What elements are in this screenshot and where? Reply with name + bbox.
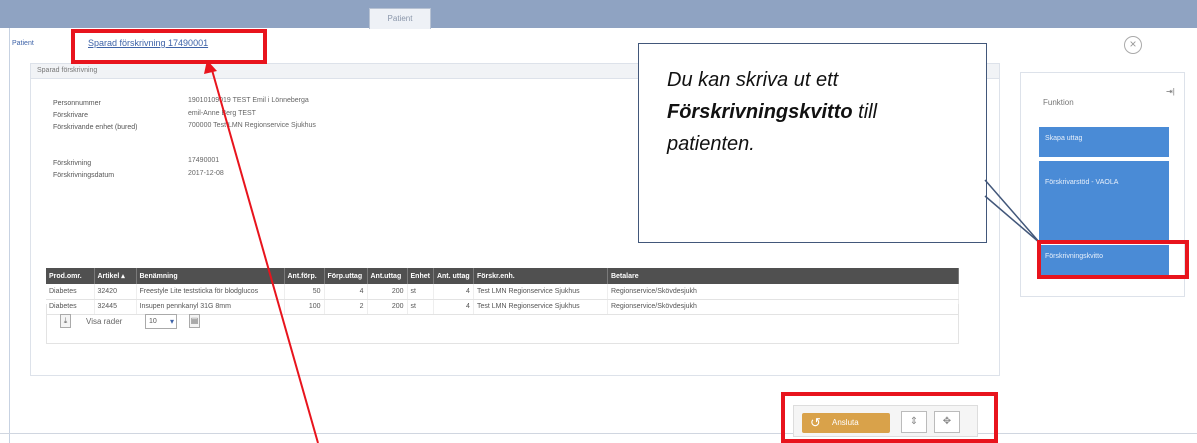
col-header[interactable]: Ant. uttag [433,268,474,284]
col-header[interactable]: Ant.uttag [367,268,408,284]
table-header-row: Prod.omr. Artikel ▴ Benämning Ant.förp. … [46,268,960,284]
prescriber-label: Förskrivare [53,112,89,119]
callout-line-3: patienten. [667,133,755,155]
table-cell: Test LMN Regionservice Sjukhus [473,284,608,300]
prescriber-value: emil-Anne Berg TEST [188,110,256,117]
chevron-down-icon: ▾ [169,317,174,326]
col-header[interactable]: Benämning [136,268,285,284]
table-cell: Freestyle Lite teststicka för blodglucos [136,284,285,300]
table-cell: Regionservice/Skövdesjukh [607,284,960,300]
rows-per-page-select[interactable]: 10 ▾ [145,314,177,329]
col-header[interactable]: Artikel ▴ [94,268,137,284]
personnummer-value: 19010109019 TEST Emil i Lönneberga [188,97,309,104]
prescribing-unit-label: Förskrivande enhet (bured) [53,124,138,131]
breadcrumb-prescription-link[interactable]: Sparad förskrivning 17490001 [88,38,208,48]
prescribing-unit-value: 700000 Test LMN Regionservice Sjukhus [188,122,316,129]
function-panel: ⇥| Funktion Skapa uttag Förskrivarstöd -… [1020,72,1185,297]
table-cell: 4 [433,284,474,300]
table-cell: 4 [324,284,368,300]
tab-patient[interactable]: Patient [369,8,431,29]
top-nav-bar [0,0,1197,28]
table-cell: 50 [284,284,325,300]
callout-line-1: Du kan skriva ut ett [667,69,839,91]
callout-line-2-rest: till [852,101,878,123]
table-cell: 200 [367,284,408,300]
table-cell: 32420 [94,284,137,300]
undo-button[interactable]: ↺ Ansluta [802,413,890,433]
col-header[interactable]: Betalare [607,268,960,284]
prescription-date-label: Förskrivningsdatum [53,172,115,179]
left-edge-panel [0,28,10,443]
breadcrumb-patient[interactable]: Patient [12,40,34,47]
personnummer-label: Personnummer [53,100,101,107]
close-icon[interactable]: × [1124,36,1142,54]
navigate-icon[interactable]: ✥ [934,411,960,433]
rows-per-page-value: 10 [149,318,157,325]
col-header[interactable]: Förskr.enh. [473,268,608,284]
table-pager: ⤓ Visa rader 10 ▾ ▤ [46,304,959,344]
col-header[interactable]: Ant.förp. [284,268,325,284]
print-table-icon[interactable]: ▤ [189,314,200,328]
function-panel-title: Funktion [1043,98,1074,107]
bottom-divider [0,433,1197,434]
col-header[interactable]: Prod.omr. [46,268,95,284]
undo-button-label: Ansluta [832,418,859,427]
col-header[interactable]: Enhet [407,268,434,284]
table-cell: Diabetes [46,284,95,300]
prescription-number-value: 17490001 [188,157,220,164]
prescription-date-value: 2017-12-08 [188,170,224,177]
instruction-callout: Du kan skriva ut ett Förskrivningskvitto… [638,43,987,243]
col-header[interactable]: Förp.uttag [324,268,368,284]
prescription-number-label: Förskrivning [53,160,92,167]
create-withdrawal-button[interactable]: Skapa uttag [1039,127,1169,157]
collapse-panel-icon[interactable]: ⇥| [1166,87,1175,96]
prescriber-support-button[interactable]: Förskrivarstöd - VAOLA [1039,161,1169,241]
prescription-receipt-button[interactable]: Förskrivningskvitto [1039,245,1169,275]
callout-line-2: Förskrivningskvitto till [667,96,958,128]
table-cell: st [407,284,434,300]
callout-bold-term: Förskrivningskvitto [667,101,853,123]
undo-icon: ↺ [810,415,821,430]
show-rows-label: Visa rader [86,317,123,326]
split-view-icon[interactable]: ⇕ [901,411,927,433]
table-row[interactable]: Diabetes 32420 Freestyle Lite teststicka… [46,284,960,300]
export-icon[interactable]: ⤓ [60,314,71,328]
bottom-toolbar: ↺ Ansluta ⇕ ✥ [793,405,978,437]
